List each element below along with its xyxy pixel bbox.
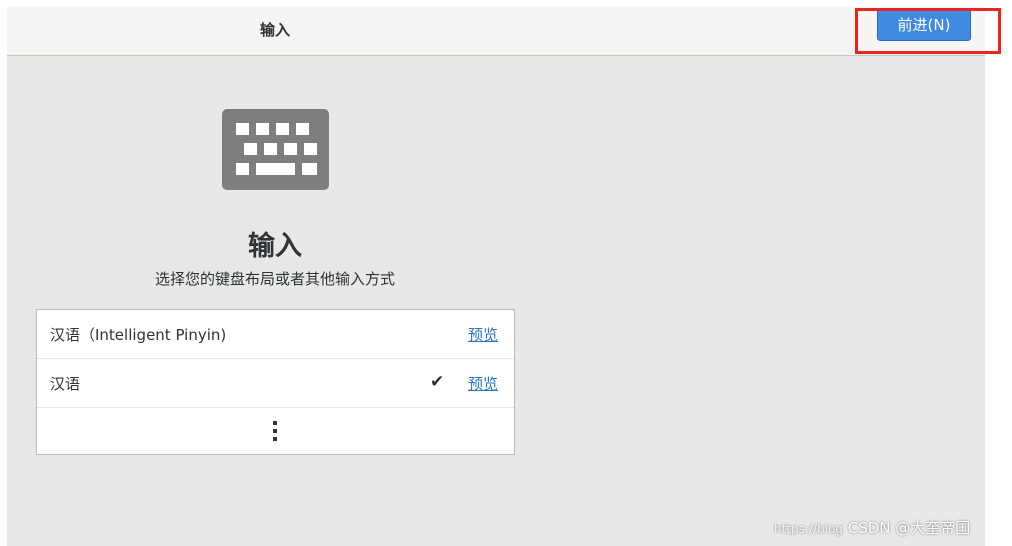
watermark: https://blog CSDN @大奎帝国 (774, 517, 970, 538)
page-heading: 输入 (248, 231, 302, 262)
header-bar: 输入 (7, 6, 985, 56)
input-source-label: 汉语（Intelligent Pinyin) (50, 326, 227, 344)
preview-link[interactable]: 预览 (468, 373, 498, 394)
watermark-url: https://blog (774, 522, 843, 536)
page-subtitle: 选择您的键盘布局或者其他输入方式 (154, 270, 395, 288)
vertical-ellipsis-icon (273, 421, 277, 441)
more-input-sources-button[interactable] (37, 408, 514, 454)
input-source-label: 汉语 (50, 375, 81, 393)
highlight-annotation (855, 8, 1001, 54)
check-icon: ✔ (430, 372, 445, 392)
watermark-text: CSDN @大奎帝国 (847, 519, 971, 537)
header-title: 输入 (259, 21, 290, 39)
list-item[interactable]: 汉语（Intelligent Pinyin) 预览 (37, 310, 514, 359)
setup-window: 输入 输入 选择您的键盘布局或者其他输入方式 汉语（Intelligent Pi… (7, 6, 985, 546)
input-source-list: 汉语（Intelligent Pinyin) 预览 汉语 ✔ 预览 (36, 309, 515, 455)
keyboard-icon (222, 109, 329, 190)
preview-link[interactable]: 预览 (468, 324, 498, 345)
list-item[interactable]: 汉语 ✔ 预览 (37, 359, 514, 408)
